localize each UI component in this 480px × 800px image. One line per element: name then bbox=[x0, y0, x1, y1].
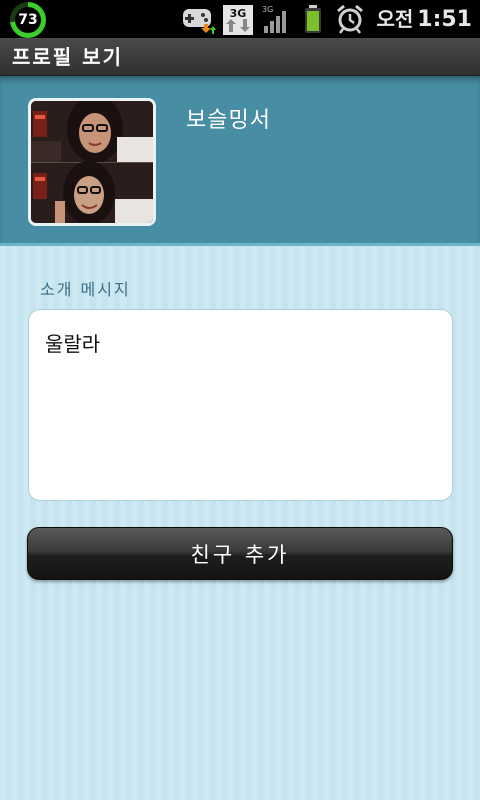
intro-message-box: 울랄라 bbox=[28, 309, 453, 501]
battery-icon bbox=[305, 5, 321, 33]
avatar[interactable] bbox=[28, 98, 156, 226]
alarm-icon bbox=[337, 4, 363, 34]
profile-header: 보슬밍서 bbox=[0, 76, 480, 246]
signal-icon: 3G bbox=[262, 5, 286, 33]
data-3g-icon: 3G bbox=[223, 5, 253, 35]
profile-name: 보슬밍서 bbox=[186, 108, 271, 133]
status-clock: 오전 1:51 bbox=[376, 4, 472, 34]
avatar-photo bbox=[31, 101, 153, 223]
svg-text:3G: 3G bbox=[262, 5, 273, 14]
clock-time: 1:51 bbox=[417, 7, 472, 32]
clock-period: 오전 bbox=[376, 7, 414, 31]
intro-message-text: 울랄라 bbox=[45, 332, 101, 356]
page-title: 프로필 보기 bbox=[12, 45, 123, 69]
title-bar: 프로필 보기 bbox=[0, 38, 480, 76]
add-friend-button[interactable]: 친구 추가 bbox=[27, 527, 453, 580]
gamepad-download-icon bbox=[183, 9, 216, 34]
network-type-text: 3G bbox=[230, 7, 247, 20]
battery-percent-text: 73 bbox=[15, 7, 41, 33]
intro-label: 소개 메시지 bbox=[40, 280, 131, 299]
status-bar: 73 3G 3G 오전 1:51 bbox=[0, 0, 480, 38]
battery-percent-indicator: 73 bbox=[10, 2, 46, 38]
